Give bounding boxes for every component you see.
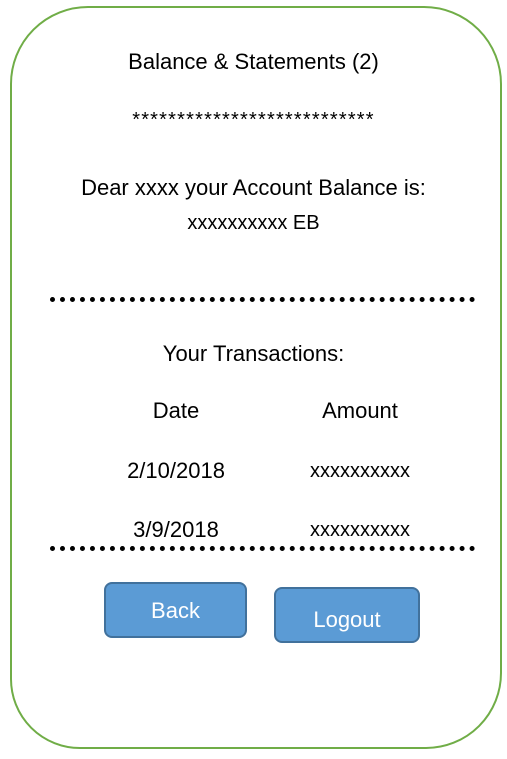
transaction-amount: xxxxxxxxxx bbox=[310, 519, 410, 541]
page-title: Balance & Statements (2) bbox=[128, 49, 379, 74]
amount-column-header: Amount bbox=[322, 398, 398, 423]
back-button[interactable]: Back bbox=[104, 582, 247, 638]
dotted-divider-bottom bbox=[50, 546, 475, 551]
transactions-heading: Your Transactions: bbox=[162, 341, 345, 366]
transaction-date: 3/9/2018 bbox=[133, 517, 219, 542]
transaction-date: 2/10/2018 bbox=[127, 458, 225, 483]
logout-button[interactable]: Logout bbox=[274, 587, 420, 643]
dotted-divider-top bbox=[50, 297, 475, 302]
transaction-amount: xxxxxxxxxx bbox=[310, 460, 410, 482]
star-separator: *************************** bbox=[132, 109, 375, 131]
account-balance-value: xxxxxxxxxx EB bbox=[187, 212, 320, 234]
date-column-header: Date bbox=[152, 398, 200, 423]
balance-greeting: Dear xxxx your Account Balance is: bbox=[81, 175, 426, 200]
